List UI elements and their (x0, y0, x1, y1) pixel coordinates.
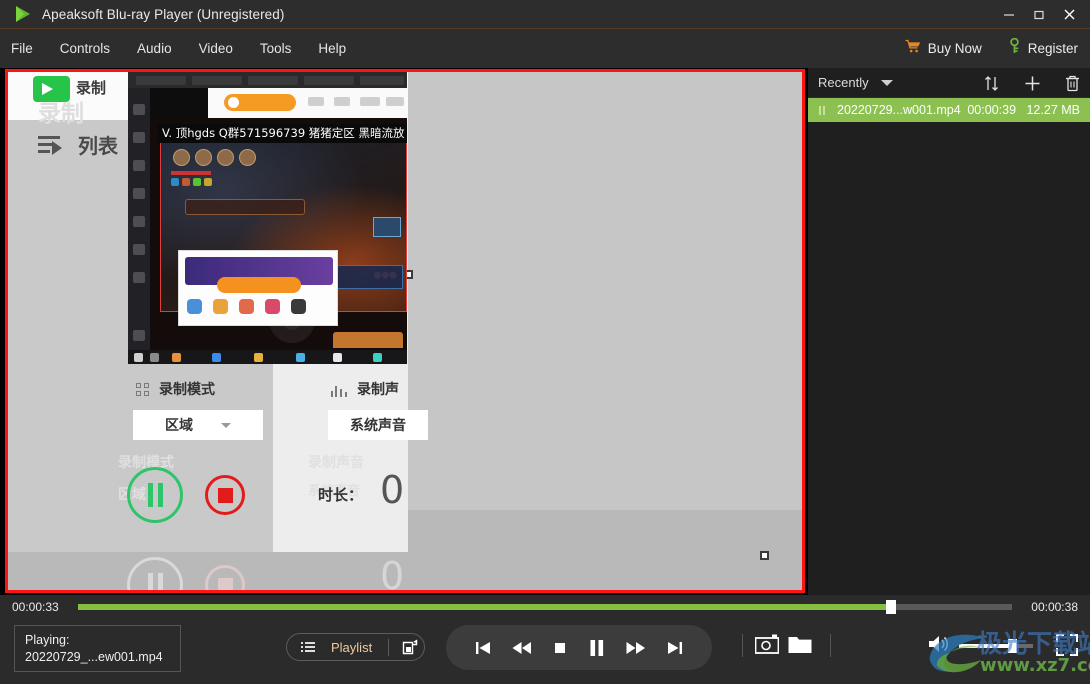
volume-control[interactable] (928, 632, 1040, 660)
plus-icon[interactable] (1024, 75, 1041, 92)
menu-item-tools[interactable]: Tools (260, 37, 292, 60)
open-file-icon[interactable] (402, 638, 419, 656)
site-sidebar (128, 88, 150, 364)
seek-bar[interactable]: 00:00:33 00:00:38 (0, 595, 1090, 619)
grid-icon (136, 383, 150, 397)
chevron-down-icon (221, 422, 231, 428)
recorder-mode-label: 录制模式 (159, 382, 215, 398)
recorder-ghost-sound-label: 录制声音 (308, 455, 364, 471)
start-broadcast-button (333, 332, 403, 348)
audio-wave-icon (331, 383, 349, 397)
browser-tab-bar (128, 72, 407, 88)
windows-taskbar (128, 350, 407, 364)
maximize-icon[interactable] (1024, 0, 1054, 29)
seek-track[interactable] (78, 600, 1012, 614)
recorder-mode-row: 录制模式 录制声 (133, 377, 408, 407)
register-button[interactable]: Register (1008, 37, 1078, 59)
fullscreen-icon[interactable] (1056, 634, 1078, 656)
recorder-sound-value: 系统声音 (350, 418, 406, 434)
stop-icon[interactable] (552, 640, 568, 656)
register-label: Register (1027, 41, 1078, 56)
menu-item-controls[interactable]: Controls (60, 37, 110, 60)
captured-screen: ⬤⬤⬤ V. 顶hgds Q群571596739 猪猪定区 黑暗流放 游戏工会1 (128, 72, 407, 364)
recorder-stop-button (205, 475, 245, 515)
app-title: Apeaksoft Blu-ray Player (Unregistered) (42, 6, 285, 22)
camera-icon[interactable] (754, 634, 780, 660)
folder-icon[interactable] (788, 634, 812, 659)
window-controls (994, 0, 1090, 29)
recorder-duration-value: 0 (380, 468, 405, 512)
seek-handle[interactable] (885, 600, 896, 614)
playlist-panel: Recently 20220729...w001.mp4 00:00:39 12… (808, 68, 1090, 595)
now-playing-label: Playing: (25, 633, 70, 647)
skip-previous-icon[interactable] (474, 639, 492, 657)
rewind-icon[interactable] (512, 639, 532, 657)
stream-title: V. 顶hgds Q群571596739 猪猪定区 黑暗流放 游戏工会1 (158, 124, 407, 143)
app-window: Apeaksoft Blu-ray Player (Unregistered) … (0, 0, 1090, 684)
now-playing-box: Playing: 20220729_...ew001.mp4 (14, 625, 181, 672)
menu-item-file[interactable]: File (11, 37, 33, 60)
fast-forward-icon[interactable] (626, 639, 646, 657)
buy-now-button[interactable]: Buy Now (905, 39, 982, 58)
now-playing-filename: 20220729_...ew001.mp4 (25, 650, 163, 664)
recorder-duration-label: 时长： (318, 486, 364, 504)
buy-now-label: Buy Now (927, 41, 982, 56)
pause-icon (813, 105, 831, 115)
playlist-header: Recently (808, 68, 1090, 98)
recorder-list-row: 列表 (38, 130, 118, 159)
volume-handle[interactable] (1008, 639, 1018, 653)
playlist-toggle-button[interactable]: Playlist (286, 633, 425, 661)
recorder-list-label: 列表 (78, 134, 118, 158)
list-icon (38, 135, 62, 155)
volume-track[interactable] (959, 639, 1033, 653)
site-brand-icon (224, 94, 296, 111)
transport-controls (446, 625, 712, 670)
recorder-ghost-label: 录制 (38, 101, 84, 127)
recorder-mode-value: 区域 (165, 418, 193, 434)
seek-fill (78, 604, 891, 610)
key-icon (1008, 37, 1021, 59)
video-area[interactable]: 录制 录制 列表 V. 顶hgds Q群571596739 猪猪定区 黑暗流放 … (0, 68, 808, 595)
sort-icon[interactable] (984, 75, 1000, 92)
playlist-button-label: Playlist (331, 639, 373, 655)
menu-item-video[interactable]: Video (199, 37, 233, 60)
menu-item-audio[interactable]: Audio (137, 37, 172, 60)
app-logo-icon (14, 5, 32, 23)
playlist-item-duration: 00:00:39 (967, 103, 1017, 117)
list-icon (301, 641, 315, 653)
close-icon[interactable] (1054, 0, 1084, 29)
menu-bar: File Controls Audio Video Tools Help Buy… (0, 29, 1090, 68)
playlist-item-name: 20220729...w001.mp4 (837, 103, 961, 117)
recorder-sound-select: 系统声音 (328, 410, 428, 440)
shopping-cart-icon (905, 39, 921, 58)
volume-icon[interactable] (928, 634, 952, 659)
playlist-item[interactable]: 20220729...w001.mp4 00:00:39 12.27 MB (808, 98, 1090, 122)
video-content: 录制 录制 列表 V. 顶hgds Q群571596739 猪猪定区 黑暗流放 … (8, 72, 802, 590)
game-promo-popup (178, 250, 338, 326)
playlist-filter-label[interactable]: Recently (818, 75, 869, 90)
resize-handle-bottom (760, 551, 769, 560)
chevron-down-icon[interactable] (880, 79, 893, 86)
recorder-pause-button (127, 467, 183, 523)
recorder-mode-select: 区域 (133, 410, 263, 440)
volume-fill (959, 644, 1013, 648)
minimize-icon[interactable] (994, 0, 1024, 29)
recorder-sound-label: 录制声 (357, 382, 399, 398)
playlist-item-size: 12.27 MB (1026, 103, 1080, 117)
divider-left (742, 634, 743, 657)
video-frame[interactable]: 录制 录制 列表 V. 顶hgds Q群571596739 猪猪定区 黑暗流放 … (5, 69, 805, 593)
title-bar: Apeaksoft Blu-ray Player (Unregistered) (0, 0, 1090, 29)
current-time-label: 00:00:33 (12, 600, 59, 614)
total-time-label: 00:00:38 (1031, 600, 1078, 614)
recorder-ghost-duration-value: 0 (380, 554, 405, 590)
pause-icon[interactable] (588, 638, 606, 658)
divider-right (830, 634, 831, 657)
trash-icon[interactable] (1065, 75, 1080, 92)
menu-item-help[interactable]: Help (318, 37, 346, 60)
skip-next-icon[interactable] (666, 639, 684, 657)
